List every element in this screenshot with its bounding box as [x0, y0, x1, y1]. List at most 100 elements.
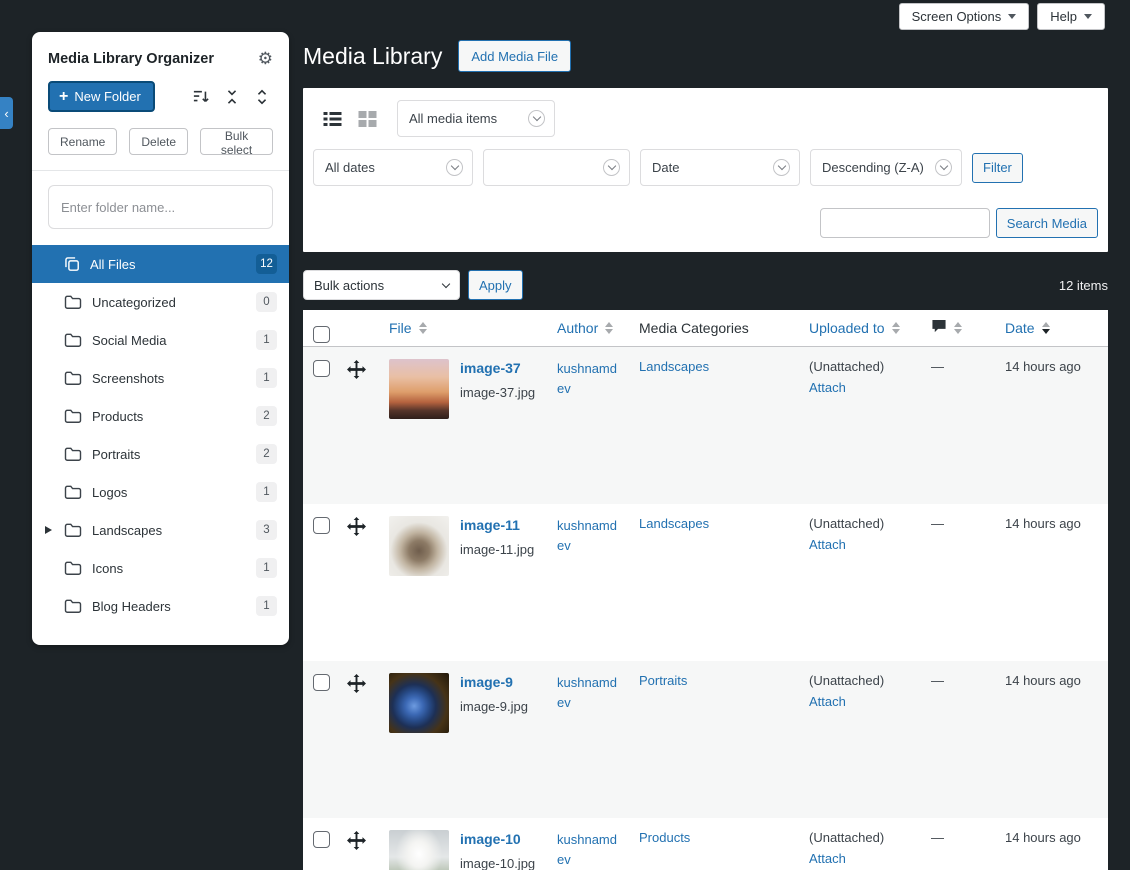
- settings-gear-icon[interactable]: ⚙: [258, 50, 273, 67]
- media-title-link[interactable]: image-37: [460, 360, 535, 376]
- category-filter-select[interactable]: [483, 149, 630, 186]
- folder-icon: [64, 447, 82, 462]
- column-header-uploaded[interactable]: Uploaded to: [809, 320, 885, 336]
- folder-label: Uncategorized: [92, 295, 256, 310]
- folder-item-all-files[interactable]: All Files 12: [32, 245, 289, 283]
- panel-title: Media Library Organizer: [48, 51, 214, 67]
- delete-button[interactable]: Delete: [129, 128, 188, 155]
- folder-item-blog-headers[interactable]: Blog Headers 1: [32, 587, 289, 625]
- sort-folders-button[interactable]: [189, 86, 213, 108]
- collapse-all-button[interactable]: [221, 86, 243, 108]
- folder-icon: [64, 599, 82, 614]
- table-row: image-37 image-37.jpg kushnamdev Landsca…: [303, 347, 1108, 504]
- category-link[interactable]: Landscapes: [639, 516, 709, 531]
- category-link[interactable]: Products: [639, 830, 690, 845]
- folder-item-screenshots[interactable]: Screenshots 1: [32, 359, 289, 397]
- thumbnail[interactable]: [389, 673, 449, 733]
- select-all-checkbox[interactable]: [313, 326, 330, 343]
- row-checkbox[interactable]: [313, 831, 330, 848]
- column-header-comments[interactable]: [931, 319, 947, 337]
- comments-count: —: [923, 818, 997, 857]
- screen-options-button[interactable]: Screen Options: [899, 3, 1030, 30]
- move-handle[interactable]: [337, 661, 377, 698]
- folder-item-logos[interactable]: Logos 1: [32, 473, 289, 511]
- category-link[interactable]: Landscapes: [639, 359, 709, 374]
- date-filter-select[interactable]: All dates: [313, 149, 473, 186]
- list-view-button[interactable]: [319, 107, 346, 131]
- attach-link[interactable]: Attach: [809, 537, 915, 552]
- column-header-date[interactable]: Date: [1005, 320, 1035, 336]
- folder-count-badge: 1: [256, 482, 277, 502]
- folder-item-products[interactable]: Products 2: [32, 397, 289, 435]
- unattached-label: (Unattached): [809, 359, 915, 374]
- sort-indicator-icon: [954, 322, 962, 334]
- author-link[interactable]: kushnamdev: [557, 830, 623, 869]
- bulk-select-button[interactable]: Bulk select: [200, 128, 273, 155]
- rename-button[interactable]: Rename: [48, 128, 117, 155]
- search-input[interactable]: [820, 208, 990, 238]
- thumbnail[interactable]: [389, 516, 449, 576]
- new-folder-button[interactable]: + New Folder: [48, 81, 155, 112]
- expand-all-button[interactable]: [251, 86, 273, 108]
- folder-item-social-media[interactable]: Social Media 1: [32, 321, 289, 359]
- attach-link[interactable]: Attach: [809, 694, 915, 709]
- folder-name-input[interactable]: [48, 185, 273, 229]
- folder-label: Blog Headers: [92, 599, 256, 614]
- author-link[interactable]: kushnamdev: [557, 359, 623, 398]
- search-media-button[interactable]: Search Media: [996, 208, 1098, 238]
- column-header-author[interactable]: Author: [557, 320, 598, 336]
- attach-link[interactable]: Attach: [809, 851, 915, 866]
- help-button[interactable]: Help: [1037, 3, 1105, 30]
- move-handle[interactable]: [337, 818, 377, 855]
- thumbnail[interactable]: [389, 830, 449, 870]
- grid-view-button[interactable]: [354, 107, 381, 131]
- filter-button[interactable]: Filter: [972, 153, 1023, 183]
- folder-label: Icons: [92, 561, 256, 576]
- folder-icon: [64, 409, 82, 424]
- category-link[interactable]: Portraits: [639, 673, 687, 688]
- order-select[interactable]: Descending (Z-A): [810, 149, 962, 186]
- author-link[interactable]: kushnamdev: [557, 516, 623, 555]
- folder-count-badge: 2: [256, 406, 277, 426]
- thumbnail[interactable]: [389, 359, 449, 419]
- media-title-link[interactable]: image-9: [460, 674, 528, 690]
- move-icon: [347, 517, 366, 536]
- folder-item-uncategorized[interactable]: Uncategorized 0: [32, 283, 289, 321]
- row-checkbox[interactable]: [313, 360, 330, 377]
- media-type-select[interactable]: All media items: [397, 100, 555, 137]
- chevron-down-icon: [603, 159, 620, 176]
- date-label: 14 hours ago: [997, 347, 1108, 386]
- media-filename: image-37.jpg: [460, 385, 535, 400]
- orderby-select[interactable]: Date: [640, 149, 800, 186]
- attach-link[interactable]: Attach: [809, 380, 915, 395]
- media-table: File Author Media Categories Uploaded to…: [303, 310, 1108, 870]
- expand-caret-icon[interactable]: [45, 526, 52, 534]
- sort-indicator-icon: [419, 322, 427, 334]
- media-title-link[interactable]: image-11: [460, 517, 534, 533]
- move-icon: [347, 360, 366, 379]
- row-checkbox[interactable]: [313, 517, 330, 534]
- move-handle[interactable]: [337, 504, 377, 541]
- chevron-down-icon: [442, 279, 450, 287]
- folder-item-portraits[interactable]: Portraits 2: [32, 435, 289, 473]
- author-link[interactable]: kushnamdev: [557, 673, 623, 712]
- sort-icon: [192, 89, 210, 105]
- orderby-value: Date: [652, 160, 679, 175]
- help-label: Help: [1050, 9, 1077, 24]
- panel-collapse-tab[interactable]: ‹: [0, 97, 13, 129]
- folder-count-badge: 1: [256, 368, 277, 388]
- move-handle[interactable]: [337, 347, 377, 384]
- bulk-actions-select[interactable]: Bulk actions: [303, 270, 460, 300]
- media-title-link[interactable]: image-10: [460, 831, 535, 847]
- row-checkbox[interactable]: [313, 674, 330, 691]
- column-header-file[interactable]: File: [389, 320, 412, 336]
- folder-label: Landscapes: [92, 523, 256, 538]
- add-media-button[interactable]: Add Media File: [458, 40, 571, 72]
- table-row: image-11 image-11.jpg kushnamdev Landsca…: [303, 504, 1108, 661]
- folder-item-landscapes[interactable]: Landscapes 3: [32, 511, 289, 549]
- folder-label: Social Media: [92, 333, 256, 348]
- apply-button[interactable]: Apply: [468, 270, 523, 300]
- folder-list: All Files 12 Uncategorized 0 Social Medi…: [32, 245, 289, 625]
- folder-item-icons[interactable]: Icons 1: [32, 549, 289, 587]
- sort-indicator-icon: [605, 322, 613, 334]
